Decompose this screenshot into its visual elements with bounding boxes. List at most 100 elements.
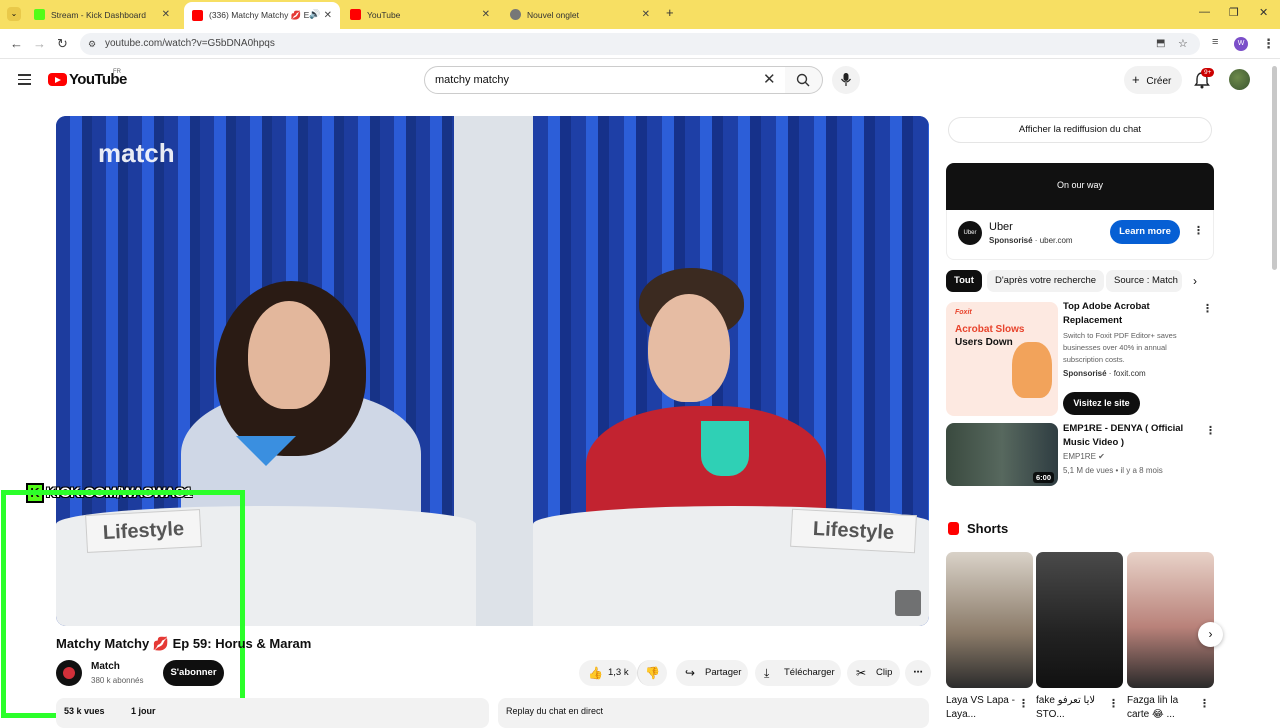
tab-title: (336) Matchy Matchy 💋 Ep [209,10,309,20]
hamburger-menu-icon[interactable] [18,74,31,88]
short-thumbnail[interactable] [1036,552,1123,688]
short-menu-icon[interactable]: ⋮ [1108,697,1119,710]
related-video-channel[interactable]: EMP1RE ✔ [1063,452,1105,461]
minimize-window-icon[interactable]: — [1199,6,1210,18]
search-button[interactable] [785,66,823,94]
learn-more-button[interactable]: Learn more [1110,220,1180,244]
upload-age: 1 jour [131,706,156,716]
tab-youtube[interactable]: YouTube ✕ [342,2,498,27]
search-input[interactable]: matchy matchy ✕ [424,66,786,94]
tab-kick-dashboard[interactable]: Stream - Kick Dashboard ✕ [26,2,178,27]
short-menu-icon[interactable]: ⋮ [1018,697,1029,710]
create-label: Créer [1146,76,1172,87]
install-app-icon[interactable]: ⬒ [1156,33,1165,55]
download-button[interactable]: ⤓ Télécharger [755,660,841,686]
youtube-header: YouTube FR matchy matchy ✕ + Créer 9+ [0,60,1280,100]
channel-avatar[interactable] [56,660,82,686]
voice-search-button[interactable] [832,66,860,94]
promo-sponsored-line: Sponsorisé · foxit.com [1063,369,1146,378]
visit-site-button[interactable]: Visitez le site [1063,392,1140,415]
scissors-icon: ✂ [856,666,867,680]
related-video-title[interactable]: EMP1RE - DENYA ( Official Music Video ) [1063,422,1203,450]
short-menu-icon[interactable]: ⋮ [1199,697,1210,710]
plus-icon: + [1132,72,1140,87]
shorts-next-button[interactable]: › [1198,622,1223,647]
close-tab-icon[interactable]: ✕ [324,10,332,21]
left-cocktail-glass [236,436,296,466]
promo-thumbnail[interactable]: Foxit Acrobat Slows Users Down [946,302,1058,416]
forward-arrow-icon[interactable]: → [33,36,46,51]
share-arrow-icon: ↪ [685,666,696,680]
right-lifestyle-card: Lifestyle [790,508,917,554]
foxit-brand: Foxit [955,309,972,316]
back-arrow-icon[interactable]: ← [10,36,23,51]
tab-youtube-video[interactable]: (336) Matchy Matchy 💋 Ep 🔊 ✕ [184,2,340,29]
new-tab-plus-icon[interactable]: + [666,5,674,20]
description-box[interactable]: 53 k vues 1 jour [56,698,489,728]
tab-search-dropdown-icon[interactable]: ⌄ [7,7,21,21]
thumbs-down-icon: 👎 [645,666,660,680]
sponsored-label: Sponsorisé [1063,369,1107,378]
short-thumbnail[interactable] [1127,552,1214,688]
more-actions-button[interactable]: ⋯ [905,660,931,686]
ad-banner[interactable]: On our way [946,163,1214,210]
right-person-face [648,294,730,402]
short-title[interactable]: Laya VS Lapa - Laya... [946,694,1016,722]
ad-menu-icon[interactable]: ⋮ [1193,224,1204,237]
ad-domain: uber.com [1039,236,1073,245]
channel-name[interactable]: Match [91,661,120,672]
chat-replay-panel[interactable]: Replay du chat en direct [498,698,929,728]
create-button[interactable]: + Créer [1124,66,1182,94]
media-control-icon[interactable]: ≡ [1212,36,1218,48]
uber-logo[interactable]: Uber [958,221,982,245]
chips-next-icon[interactable]: › [1193,274,1197,288]
channel-watermark-icon[interactable] [895,590,921,616]
close-tab-icon[interactable]: ✕ [162,9,170,20]
promo-domain: foxit.com [1113,369,1146,378]
like-button[interactable]: 👍 1,3 k [579,660,637,686]
short-title[interactable]: Fazga lih la carte 😂 ... [1127,694,1197,722]
profile-avatar[interactable]: W [1234,37,1248,51]
video-title: Matchy Matchy 💋 Ep 59: Horus & Maram [56,636,312,651]
subscribe-button[interactable]: S'abonner [163,660,224,686]
tab-new-tab[interactable]: Nouvel onglet ✕ [502,2,658,27]
short-thumbnail[interactable] [946,552,1033,688]
page-scrollbar[interactable] [1272,66,1277,270]
chip-related-search[interactable]: D'après votre recherche [987,270,1105,292]
audio-playing-icon[interactable]: 🔊 [309,9,320,20]
region-code: FR [113,69,121,75]
reload-icon[interactable]: ↻ [57,36,68,52]
like-count: 1,3 k [608,667,629,678]
dislike-button[interactable]: 👎 [637,660,667,686]
bookmark-star-icon[interactable]: ☆ [1178,33,1188,55]
clear-search-icon[interactable]: ✕ [763,67,776,93]
ad-sponsored-line: Sponsorisé · uber.com [989,236,1073,245]
promo-menu-icon[interactable]: ⋮ [1202,302,1213,315]
browser-tab-bar: ⌄ Stream - Kick Dashboard ✕ (336) Matchy… [0,0,1280,29]
microphone-icon [841,73,851,86]
chip-all[interactable]: Tout [946,270,982,292]
youtube-logo-icon[interactable] [48,73,67,86]
clip-button[interactable]: ✂ Clip [847,660,900,686]
share-button[interactable]: ↪ Partager [676,660,748,686]
address-bar[interactable]: ⚙ youtube.com/watch?v=G5bDNA0hpqs ⬒ ☆ [80,33,1200,55]
video-duration: 6:00 [1032,472,1054,483]
account-avatar[interactable] [1229,69,1250,90]
related-video-thumbnail[interactable]: 6:00 [946,423,1058,486]
site-info-icon[interactable]: ⚙ [88,33,96,55]
restore-window-icon[interactable]: ❐ [1229,6,1239,19]
chip-source-match[interactable]: Source : Match [1106,270,1182,292]
close-window-icon[interactable]: ✕ [1259,6,1268,19]
show-chat-replay-button[interactable]: Afficher la rediffusion du chat [948,117,1212,143]
close-tab-icon[interactable]: ✕ [642,9,650,20]
promo-title[interactable]: Top Adobe Acrobat Replacement [1063,300,1203,328]
youtube-favicon-icon [350,9,361,20]
short-title[interactable]: fake لايا تعرفو STO... [1036,694,1106,722]
browser-menu-icon[interactable]: ⋮ [1262,36,1275,52]
shorts-logo-icon [948,522,959,535]
url-text: youtube.com/watch?v=G5bDNA0hpqs [105,38,275,49]
close-tab-icon[interactable]: ✕ [482,9,490,20]
video-menu-icon[interactable]: ⋮ [1205,424,1216,437]
download-label: Télécharger [784,667,835,678]
tab-title: Stream - Kick Dashboard [51,9,146,20]
